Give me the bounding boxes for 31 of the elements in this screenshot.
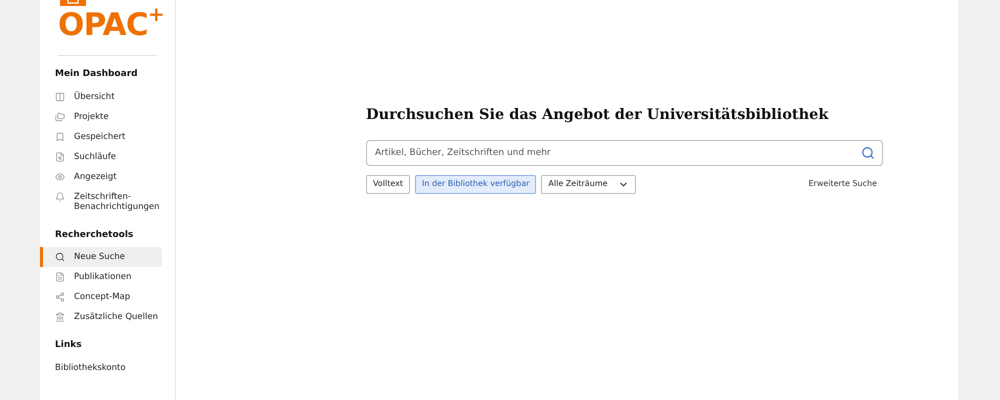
filter-toggle[interactable]: Volltext: [366, 174, 410, 194]
section-heading: Links: [54, 339, 83, 352]
period-dropdown[interactable]: Alle Zeiträume: [541, 174, 636, 194]
page-heading: Durchsuchen Sie das Angebot der Universitätsbibliothek: [366, 105, 830, 125]
section-heading: Mein Dashboard: [54, 68, 139, 81]
folders-icon: [55, 112, 65, 122]
sidebar-item[interactable]: Concept-Map: [53, 287, 162, 307]
nodes-icon: [55, 292, 65, 302]
sidebar-item[interactable]: Suchläufe: [53, 146, 162, 166]
bell-icon: [55, 192, 65, 202]
sidebar-item[interactable]: Publikationen: [53, 267, 162, 287]
sidebar-item[interactable]: Bibliothekskonto: [53, 358, 162, 378]
document-icon: [55, 272, 65, 282]
bookmark-icon: [55, 132, 65, 142]
search-field[interactable]: Artikel, Bücher, Zeitschriften und mehr: [366, 140, 883, 166]
search-icon[interactable]: [861, 146, 875, 160]
sidebar-item[interactable]: Zusätzliche Quellen: [53, 307, 162, 327]
book-columns-icon: [55, 92, 65, 102]
filter-toggle[interactable]: In der Bibliothek verfügbar: [414, 174, 536, 194]
sidebar-item[interactable]: Angezeigt: [53, 166, 162, 186]
section-heading: Recherchetools: [54, 228, 134, 242]
eye-icon: [55, 172, 65, 182]
search-icon: [55, 252, 65, 262]
file-search-icon: [55, 152, 65, 162]
advanced-search-link[interactable]: Erweiterte Suche: [808, 178, 877, 190]
sidebar-item[interactable]: Neue Suche: [40, 247, 162, 267]
sidebar-item[interactable]: Zeitschriften- Benachrichtigungen: [53, 186, 162, 216]
sidebar-item[interactable]: Übersicht: [53, 86, 162, 106]
building-icon: [55, 312, 65, 322]
sidebar-item[interactable]: Projekte: [53, 106, 162, 126]
sidebar-item[interactable]: Gespeichert: [53, 126, 162, 146]
